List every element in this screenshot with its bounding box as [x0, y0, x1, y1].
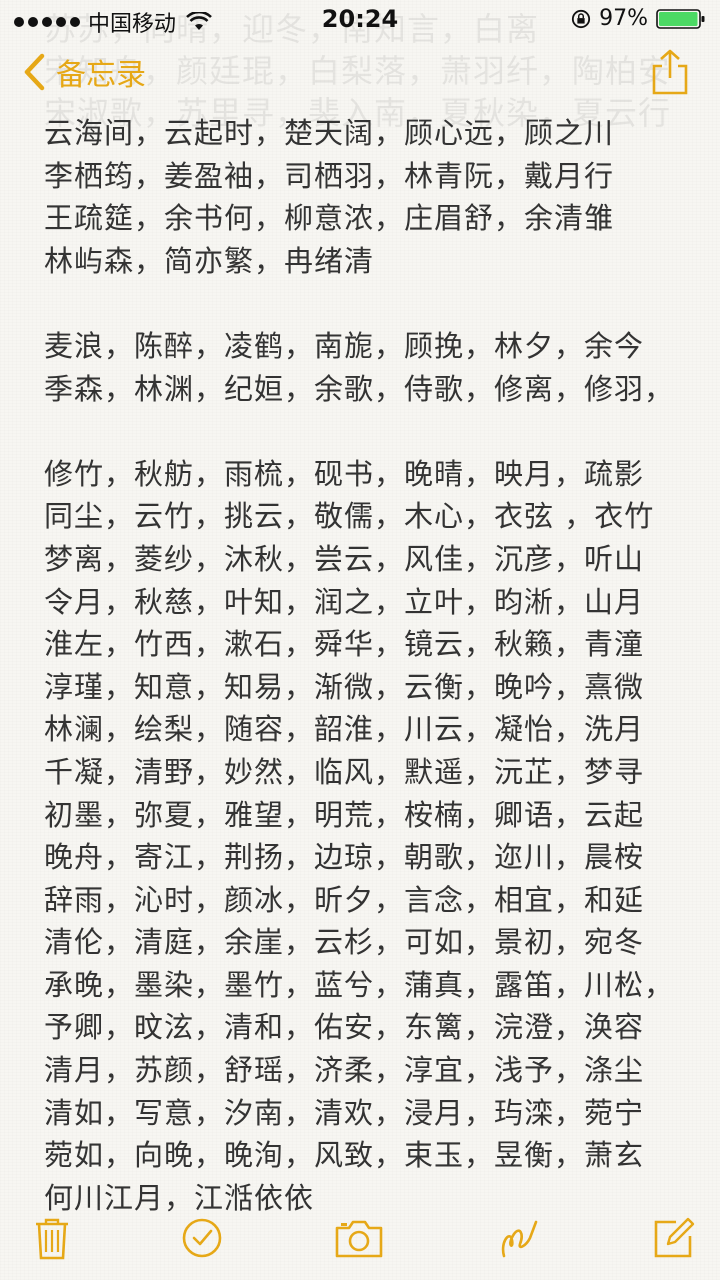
- status-bar: 中国移动 20:24 97%: [0, 0, 720, 40]
- note-line: 麦浪，陈醉，凌鹤，南旎，顾挽，林夕，余今: [44, 328, 645, 363]
- note-line: 千凝，清野，妙然，临风，默遥，沅芷，梦寻: [44, 754, 645, 789]
- camera-icon: [335, 1220, 383, 1258]
- chevron-left-icon: [24, 53, 45, 91]
- note-line: 云海间，云起时，楚天阔，顾心远，顾之川: [44, 116, 615, 150]
- note-line: 林澜，绘梨，随容，韶淮，川云，凝怡，洗月: [44, 712, 645, 747]
- note-line: 王疏筵，余书何，柳意浓，庄眉舒，余清雏: [44, 201, 615, 236]
- delete-button[interactable]: [30, 1216, 74, 1260]
- checklist-button[interactable]: [180, 1216, 224, 1260]
- compose-button[interactable]: [652, 1216, 696, 1260]
- note-body[interactable]: 云海间，云起时，楚天阔，顾心远，顾之川 李栖筠，姜盈袖，司栖羽，林青阮，戴月行 王疏…: [44, 112, 694, 1219]
- back-button[interactable]: 备忘录: [22, 50, 146, 94]
- share-icon: [652, 49, 688, 95]
- navigation-bar: 备忘录: [0, 40, 720, 110]
- sketch-icon: [501, 1220, 538, 1258]
- checklist-icon: [182, 1218, 222, 1258]
- note-line: 令月，秋慈，叶知，润之，立叶，昀淅，山月: [44, 584, 645, 619]
- note-line: 同尘，云竹，挑云，敬儒，木心，衣弦 ，衣竹: [44, 499, 655, 534]
- status-right: 97%: [571, 6, 706, 31]
- note-line: 初墨，弥夏，雅望，明荒，桉楠，卿语，云起: [44, 797, 645, 832]
- battery-icon: [656, 8, 705, 29]
- note-line: 淮左，竹西，漱石，舜华，镜云，秋籁，青潼: [44, 627, 645, 662]
- compose-icon: [654, 1217, 695, 1258]
- battery-percent: 97%: [599, 6, 648, 31]
- note-line: 承晚，墨染，墨竹，蓝兮，蒲真，露笛，川松，: [44, 967, 675, 1002]
- bottom-toolbar: [0, 1198, 720, 1280]
- note-line: 晚舟，寄江，荆扬，边琼，朝歌，迩川，晨桉: [44, 840, 645, 875]
- sketch-button[interactable]: [496, 1216, 540, 1260]
- note-line: 淳瑾，知意，知易，渐微，云衡，晚吟，熹微: [44, 669, 645, 704]
- note-line: 清如，写意，汐南，清欢，浸月，玙滦，菀宁: [44, 1095, 645, 1130]
- share-button[interactable]: [650, 48, 690, 96]
- trash-icon: [36, 1218, 68, 1260]
- note-line: 李栖筠，姜盈袖，司栖羽，林青阮，戴月行: [44, 158, 615, 193]
- note-line: 菀如，向晚，晚洵，风致，束玉，昱衡，萧玄: [44, 1138, 645, 1173]
- note-line: 辞雨，沁时，颜冰，昕夕，言念，相宜，和延: [44, 882, 645, 917]
- note-line: 季森，林渊，纪姮，余歌，侍歌，修离，修羽，: [44, 371, 675, 406]
- note-line: 清伦，清庭，余崖，云杉，可如，景初，宛冬: [44, 925, 645, 960]
- note-line: 清月，苏颜，舒瑶，济柔，淳宜，浅予，涤尘: [44, 1053, 645, 1088]
- note-line: 梦离，菱纱，沐秋，尝云，风佳，沉彦，听山: [44, 541, 645, 576]
- note-line: 予卿，旼泫，清和，佑安，东篱，浣澄，涣容: [44, 1010, 645, 1045]
- note-line: 修竹，秋舫，雨梳，砚书，晚晴，映月，疏影: [44, 456, 645, 491]
- camera-button[interactable]: [334, 1216, 384, 1260]
- rotation-lock-icon: [572, 9, 591, 28]
- back-label: 备忘录: [56, 58, 146, 93]
- note-line: 林屿森，简亦繁，冉绪清: [44, 243, 375, 278]
